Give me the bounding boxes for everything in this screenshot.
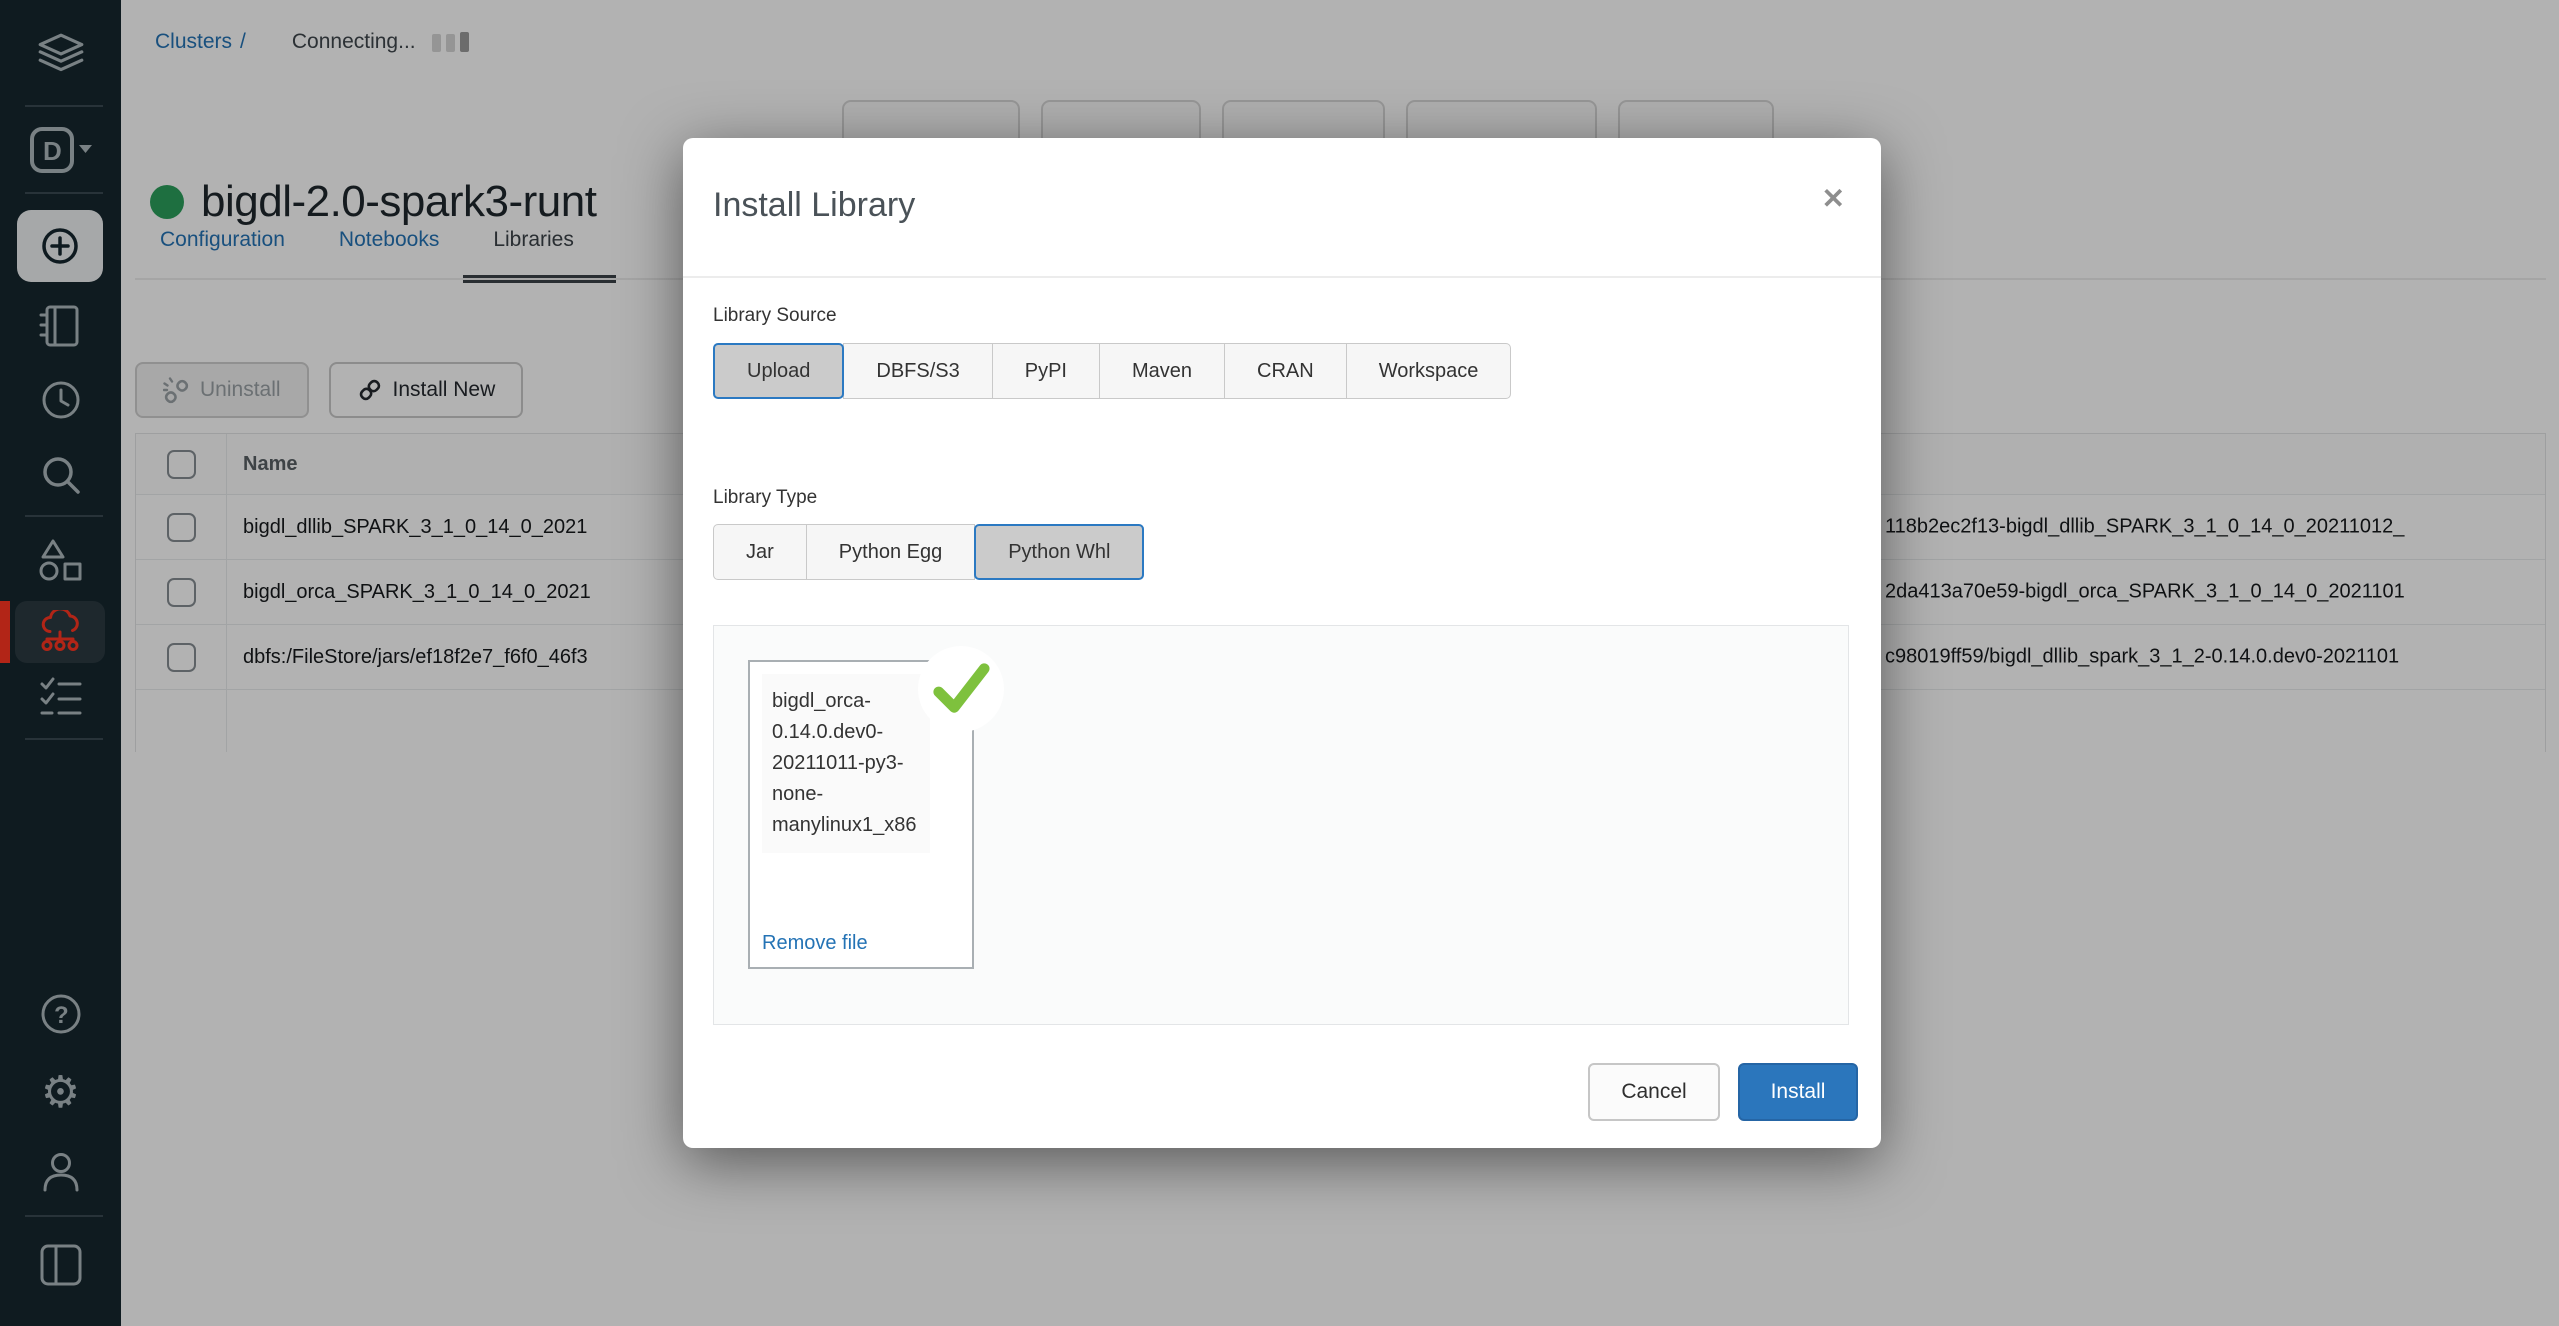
type-option-python-egg[interactable]: Python Egg: [806, 524, 975, 580]
uploaded-file-card: bigdl_orca-0.14.0.dev0-20211011-py3-none…: [748, 660, 974, 969]
uploaded-file-name: bigdl_orca-0.14.0.dev0-20211011-py3-none…: [762, 674, 930, 853]
library-source-label: Library Source: [713, 305, 837, 327]
cancel-button[interactable]: Cancel: [1588, 1063, 1720, 1121]
source-option-workspace[interactable]: Workspace: [1346, 343, 1512, 399]
type-option-python-whl[interactable]: Python Whl: [974, 524, 1144, 580]
library-source-group: Upload DBFS/S3 PyPI Maven CRAN Workspace: [713, 343, 1511, 399]
source-option-pypi[interactable]: PyPI: [992, 343, 1100, 399]
library-type-label: Library Type: [713, 487, 817, 509]
upload-success-badge: [918, 646, 1004, 732]
type-option-jar[interactable]: Jar: [713, 524, 807, 580]
modal-title: Install Library: [713, 186, 915, 225]
close-icon[interactable]: ✕: [1822, 182, 1845, 215]
install-library-modal: Install Library ✕ Library Source Upload …: [683, 138, 1881, 1148]
source-option-maven[interactable]: Maven: [1099, 343, 1225, 399]
modal-header: Install Library ✕: [683, 138, 1881, 278]
library-type-group: Jar Python Egg Python Whl: [713, 524, 1144, 580]
source-option-upload[interactable]: Upload: [713, 343, 844, 399]
source-option-cran[interactable]: CRAN: [1224, 343, 1347, 399]
source-option-dbfs-s3[interactable]: DBFS/S3: [843, 343, 992, 399]
databricks-clusters-page: D: [0, 0, 2559, 1326]
install-button[interactable]: Install: [1738, 1063, 1858, 1121]
file-drop-zone[interactable]: bigdl_orca-0.14.0.dev0-20211011-py3-none…: [713, 625, 1849, 1025]
green-check-icon: [930, 658, 992, 720]
modal-footer: Cancel Install: [1588, 1063, 1858, 1121]
remove-file-link[interactable]: Remove file: [762, 932, 960, 955]
